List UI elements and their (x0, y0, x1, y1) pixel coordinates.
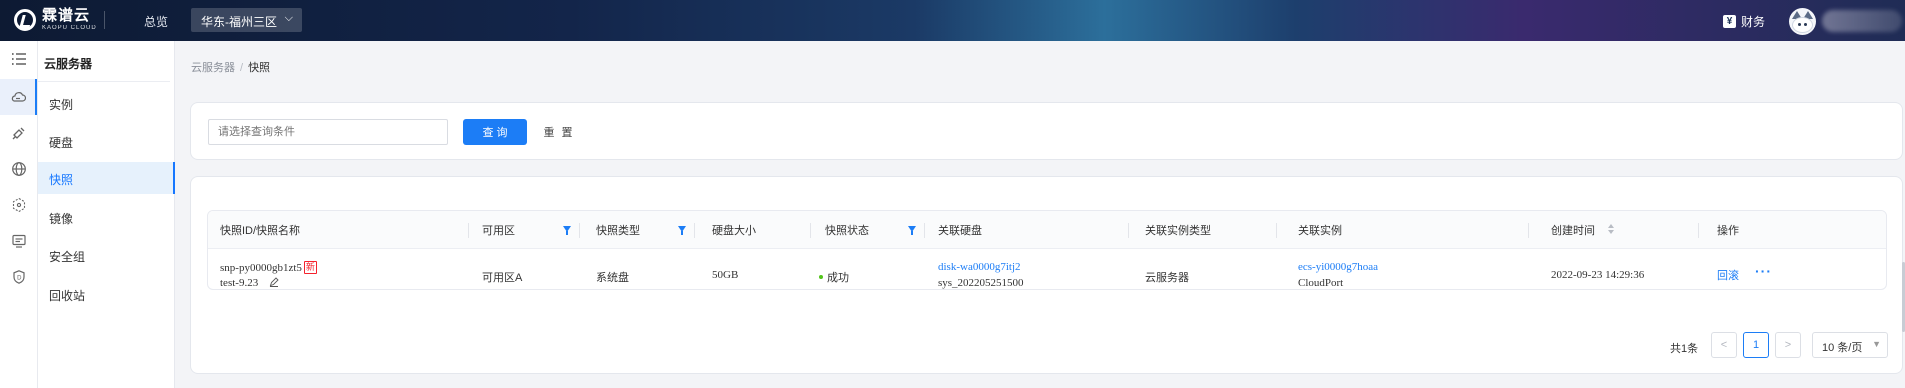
breadcrumb-parent[interactable]: 云服务器 (191, 62, 235, 74)
created-time-cell: 2022-09-23 14:29:36 (1551, 269, 1645, 281)
finance-label: 财务 (1741, 15, 1766, 29)
col-header-disk-size: 硬盘大小 (712, 225, 756, 237)
linked-disk-name: sys_202205251500 (938, 277, 1024, 289)
new-badge: 新 (303, 261, 317, 274)
table-header: 快照ID/快照名称 可用区 快照类型 硬盘大小 快照状态 关联硬盘 关联实例类型… (208, 211, 1886, 249)
logo-text: 霖谱云 (42, 7, 91, 24)
status-text: 成功 (827, 272, 849, 284)
snapshot-id: snp-py0000gb1zt5 (220, 262, 302, 274)
linked-instance-link[interactable]: ecs-yi0000g7hoaa (1298, 261, 1378, 273)
subnav-item-disks[interactable]: 硬盘 (38, 125, 175, 157)
reset-button[interactable]: 重 置 (536, 119, 582, 145)
top-bar: 霖谱云 KAOPU CLOUD 总览 华东-福州三区 ⌵ ¥ 财务 (0, 0, 1905, 41)
search-panel: 查 询 重 置 (190, 102, 1903, 160)
monitor-icon[interactable] (0, 223, 37, 259)
page-size-label: 10 条/页 (1822, 342, 1863, 354)
breadcrumb-current: 快照 (248, 62, 271, 74)
page-1-button[interactable]: 1 (1743, 332, 1769, 358)
username-blurred[interactable] (1822, 10, 1902, 32)
col-header-created-time: 创建时间 (1551, 225, 1595, 237)
prev-page-button[interactable]: < (1711, 332, 1737, 358)
col-header-actions: 操作 (1717, 225, 1739, 237)
network-icon[interactable] (0, 151, 37, 187)
linked-disk-link[interactable]: disk-wa0000g7itj2 (938, 261, 1021, 273)
logo-icon (14, 8, 36, 31)
chevron-down-icon: ▼ (1872, 339, 1881, 349)
query-button[interactable]: 查 询 (463, 119, 527, 145)
sort-icon[interactable] (1608, 224, 1614, 234)
search-input[interactable] (208, 119, 448, 145)
divider (38, 81, 170, 82)
subnav-item-images[interactable]: 镜像 (38, 201, 175, 233)
edit-icon[interactable] (269, 277, 279, 287)
col-header-instance: 关联实例 (1298, 225, 1342, 237)
avatar[interactable] (1789, 8, 1816, 35)
cloud-host-icon[interactable] (0, 79, 37, 115)
subnav-item-instances[interactable]: 实例 (38, 87, 175, 119)
snapshot-table: 快照ID/快照名称 可用区 快照类型 硬盘大小 快照状态 关联硬盘 关联实例类型… (207, 210, 1887, 290)
subnav-item-security-groups[interactable]: 安全组 (38, 239, 175, 271)
divider (104, 11, 105, 29)
status-dot-icon (819, 275, 823, 279)
subnav-title: 云服务器 (44, 57, 93, 71)
svg-text:D: D (17, 276, 22, 282)
status-cell: 成功 (819, 269, 849, 285)
col-header-zone: 可用区 (482, 225, 515, 237)
filter-icon[interactable] (678, 226, 686, 235)
snapshot-id-cell: snp-py0000gb1zt5 新 (220, 261, 317, 274)
chevron-down-icon: ⌵ (284, 12, 293, 24)
snapshot-name-cell: test-9.23 (220, 277, 279, 289)
filter-icon[interactable] (563, 226, 571, 235)
rollback-link[interactable]: 回滚 (1717, 267, 1739, 283)
menu-icon[interactable] (0, 41, 37, 77)
icon-rail: D (0, 41, 38, 388)
shield-icon[interactable]: D (0, 259, 37, 295)
size-cell: 50GB (712, 269, 739, 281)
col-header-instance-type: 关联实例类型 (1145, 225, 1211, 237)
col-header-linked-disk: 关联硬盘 (938, 225, 982, 237)
more-actions-icon[interactable]: ··· (1755, 263, 1772, 279)
breadcrumb: 云服务器 / 快照 (191, 59, 270, 75)
overview-link[interactable]: 总览 (144, 13, 168, 30)
region-selector[interactable]: 华东-福州三区 ⌵ (191, 8, 302, 32)
snapshot-name: test-9.23 (220, 277, 259, 289)
subnav-item-recycle-bin[interactable]: 回收站 (38, 278, 175, 310)
page-size-select[interactable]: 10 条/页 ▼ (1812, 332, 1888, 358)
disk-icon[interactable] (0, 115, 37, 151)
pagination-total: 共1条 (1670, 343, 1699, 355)
col-header-status: 快照状态 (825, 225, 869, 237)
sub-nav: 云服务器 实例 硬盘 快照 镜像 安全组 回收站 (38, 41, 175, 388)
next-page-button[interactable]: > (1775, 332, 1801, 358)
region-label: 华东-福州三区 (201, 15, 277, 29)
mirror-icon[interactable] (0, 187, 37, 223)
instance-type-cell: 云服务器 (1145, 272, 1189, 284)
breadcrumb-separator: / (240, 62, 244, 74)
filter-icon[interactable] (908, 226, 916, 235)
col-header-snapshot-type: 快照类型 (596, 225, 640, 237)
logo[interactable]: 霖谱云 KAOPU CLOUD (14, 8, 97, 31)
type-cell: 系统盘 (596, 272, 629, 284)
yen-icon: ¥ (1723, 15, 1736, 28)
linked-instance-name: CloudPort (1298, 277, 1344, 289)
subnav-item-snapshots[interactable]: 快照 (38, 162, 175, 194)
zone-cell: 可用区A (482, 272, 523, 284)
finance-link[interactable]: ¥ 财务 (1723, 13, 1765, 30)
col-header-snapshot-id: 快照ID/快照名称 (220, 225, 301, 237)
logo-subtext: KAOPU CLOUD (42, 25, 97, 31)
